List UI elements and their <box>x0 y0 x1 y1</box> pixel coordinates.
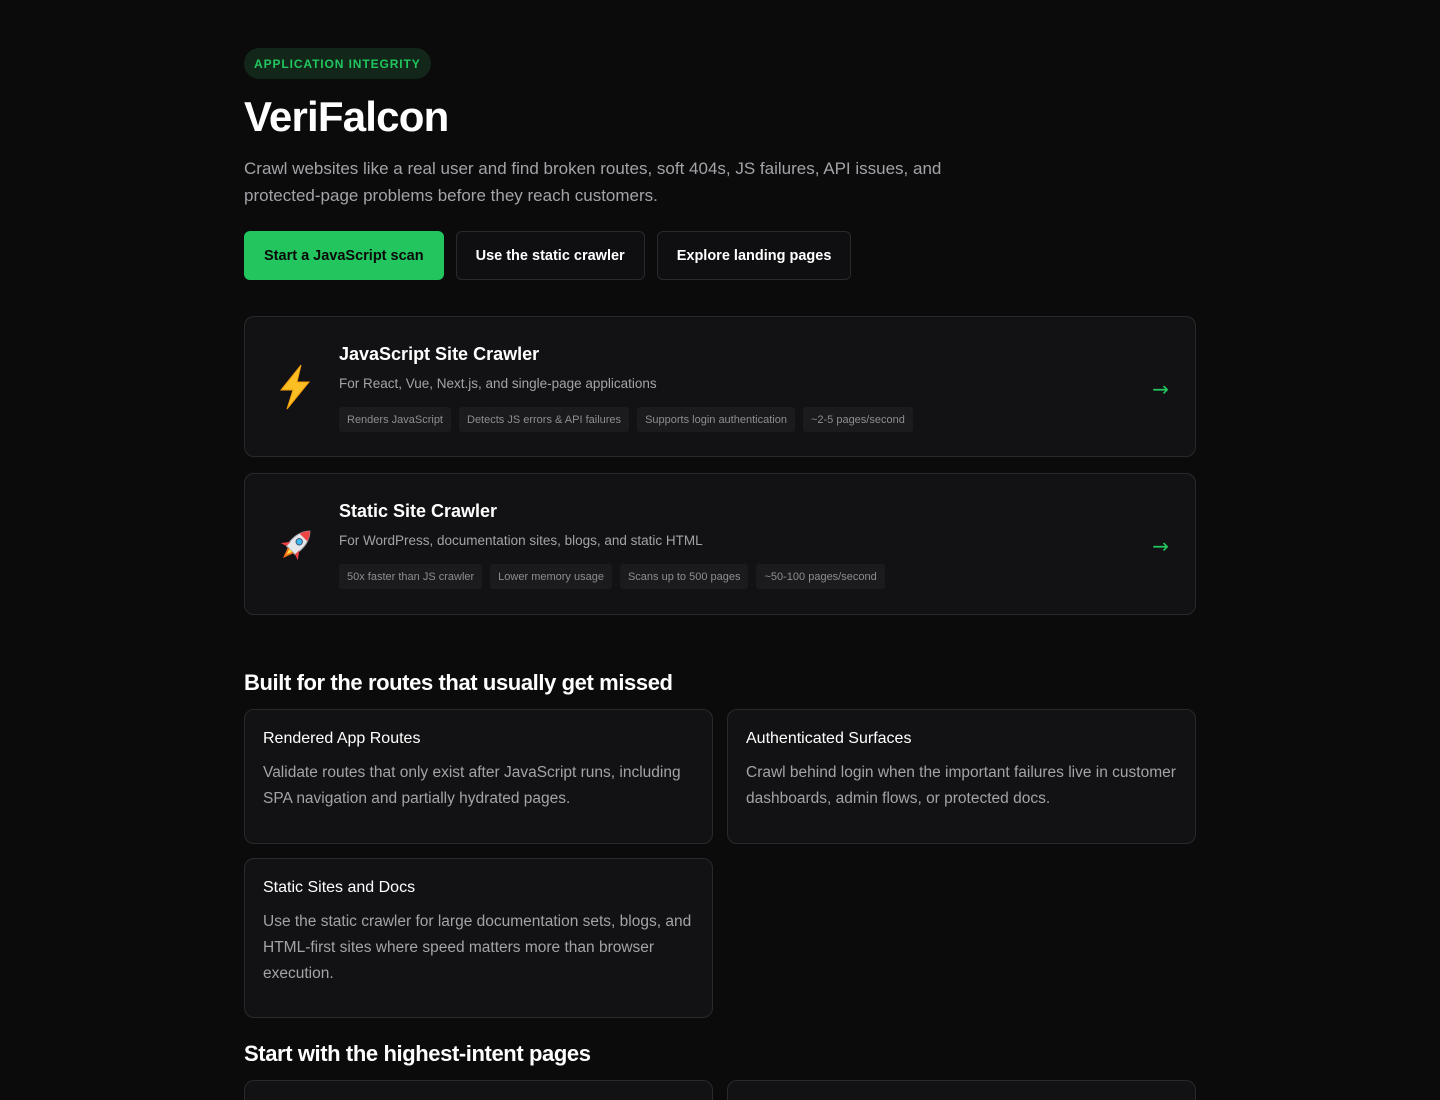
feature-tag: Renders JavaScript <box>339 407 451 432</box>
feature-card-rendered-app-routes: Rendered App Routes Validate routes that… <box>244 709 713 844</box>
crawler-description: For React, Vue, Next.js, and single-page… <box>339 376 657 391</box>
feature-card-static-sites-docs: Static Sites and Docs Use the static cra… <box>244 858 713 1018</box>
arrow-right-icon[interactable]: → <box>1152 534 1169 558</box>
feature-tag: ~50-100 pages/second <box>756 564 885 589</box>
hero-actions: Start a JavaScript scan Use the static c… <box>244 231 852 280</box>
category-badge: APPLICATION INTEGRITY <box>244 48 431 79</box>
crawler-description: For WordPress, documentation sites, blog… <box>339 533 703 548</box>
crawler-tags: Renders JavaScript Detects JS errors & A… <box>339 407 913 432</box>
landing-page-card[interactable] <box>727 1080 1196 1100</box>
lightning-icon <box>271 363 319 411</box>
feature-tag: Supports login authentication <box>637 407 795 432</box>
crawler-title: Static Site Crawler <box>339 501 498 521</box>
feature-tag: 50x faster than JS crawler <box>339 564 483 589</box>
feature-tag: Lower memory usage <box>490 564 612 589</box>
static-crawler-button[interactable]: Use the static crawler <box>455 231 645 280</box>
crawler-tags: 50x faster than JS crawler Lower memory … <box>339 564 885 589</box>
page: APPLICATION INTEGRITY VeriFalcon Crawl w… <box>0 0 1440 1100</box>
hero-subtitle: Crawl websites like a real user and find… <box>244 159 942 205</box>
routes-section-title: Built for the routes that usually get mi… <box>244 670 673 695</box>
landing-page-card[interactable] <box>244 1080 713 1100</box>
arrow-right-icon[interactable]: → <box>1152 377 1169 401</box>
intent-section-title: Start with the highest-intent pages <box>244 1041 591 1066</box>
static-crawler-card[interactable]: Static Site Crawler For WordPress, docum… <box>244 473 1196 615</box>
crawler-title: JavaScript Site Crawler <box>339 344 540 364</box>
rocket-icon <box>271 522 319 570</box>
feature-description: Validate routes that only exist after Ja… <box>263 764 681 807</box>
feature-tag: ~2-5 pages/second <box>802 407 913 432</box>
feature-description: Crawl behind login when the important fa… <box>746 764 1176 807</box>
start-js-scan-button[interactable]: Start a JavaScript scan <box>244 231 444 280</box>
feature-title: Authenticated Surfaces <box>746 730 912 747</box>
js-crawler-card[interactable]: JavaScript Site Crawler For React, Vue, … <box>244 316 1196 457</box>
feature-tag: Scans up to 500 pages <box>619 564 749 589</box>
feature-title: Rendered App Routes <box>263 730 421 747</box>
feature-tag: Detects JS errors & API failures <box>459 407 630 432</box>
feature-description: Use the static crawler for large documen… <box>263 913 692 982</box>
feature-card-authenticated-surfaces: Authenticated Surfaces Crawl behind logi… <box>727 709 1196 844</box>
feature-title: Static Sites and Docs <box>263 879 416 896</box>
explore-landing-pages-button[interactable]: Explore landing pages <box>656 231 852 280</box>
page-title: VeriFalcon <box>244 93 449 140</box>
